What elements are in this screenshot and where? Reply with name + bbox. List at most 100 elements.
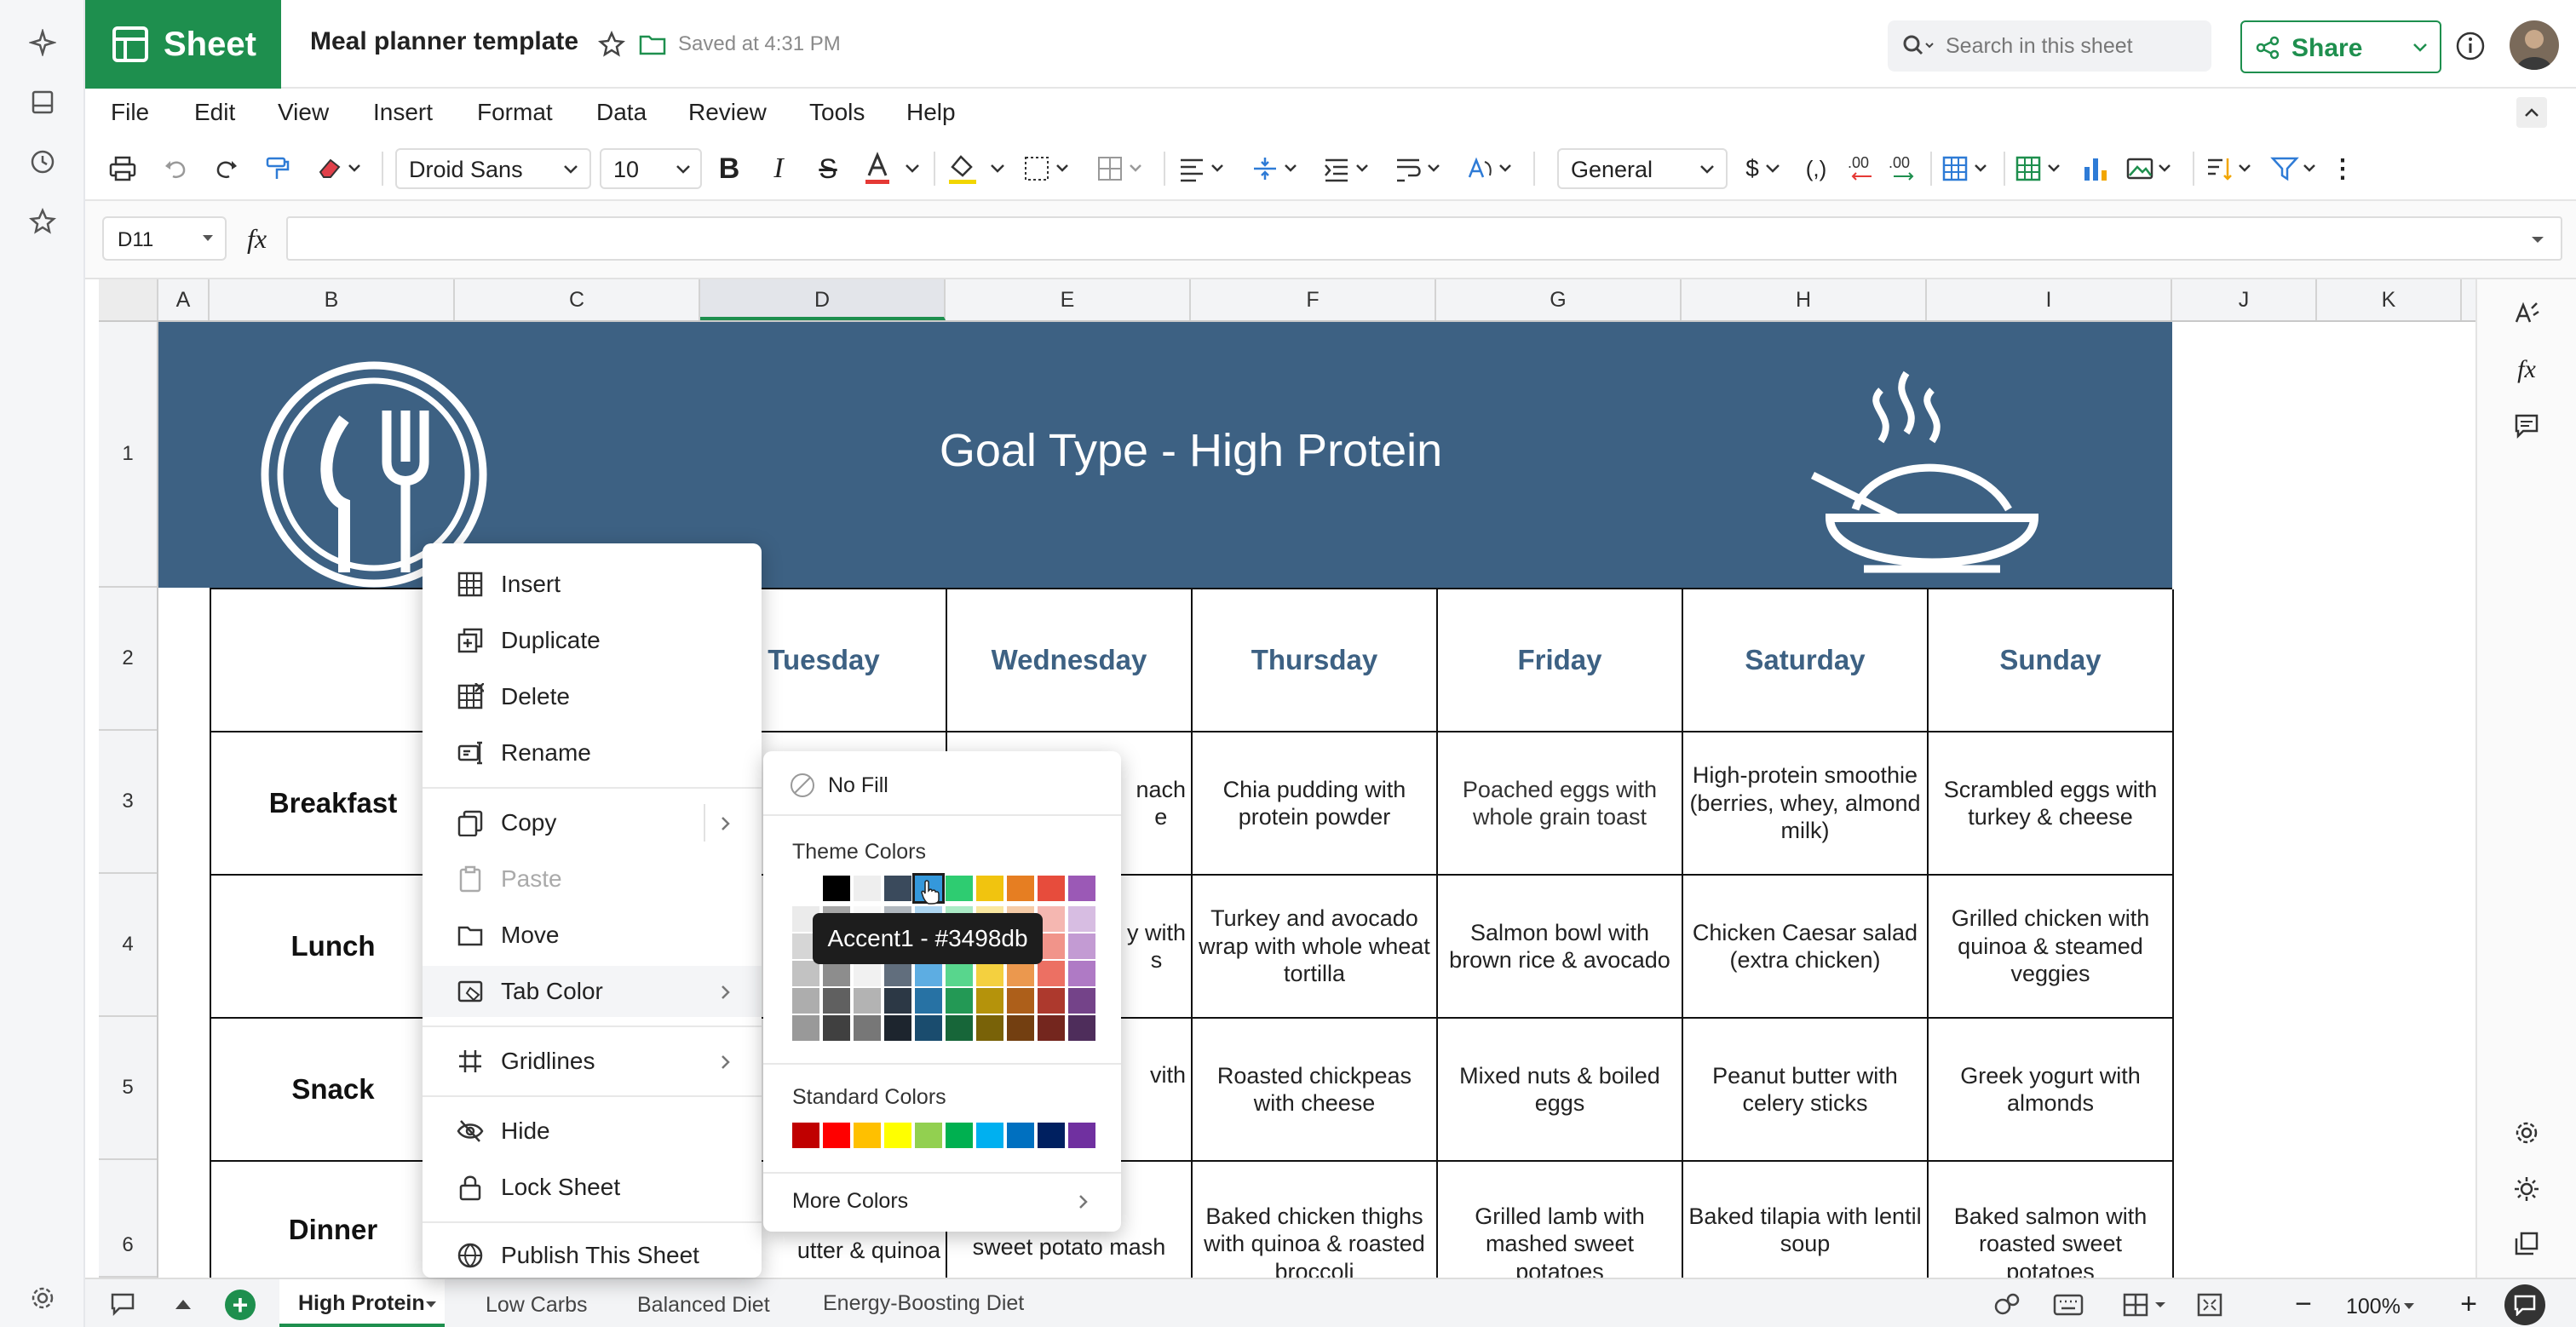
meal-cell-sunday-snack[interactable]: Greek yogurt with almonds [1929, 1019, 2174, 1162]
theme-color-swatch[interactable] [884, 876, 911, 901]
vertical-align-icon[interactable] [1251, 153, 1302, 184]
chat-icon[interactable] [107, 1290, 138, 1318]
number-format-select[interactable]: General [1557, 148, 1728, 189]
increase-decimal-icon[interactable]: .00 [1886, 152, 1920, 186]
zoom-level[interactable]: 100% [2334, 1286, 2418, 1322]
standard-color-swatch[interactable] [792, 1123, 819, 1148]
meal-cell-friday-lunch[interactable]: Salmon bowl with brown rice & avocado [1438, 876, 1683, 1019]
theme-color-swatch[interactable] [1068, 961, 1095, 986]
row-header-2[interactable]: 2 [99, 588, 157, 731]
row-header-5[interactable]: 5 [99, 1017, 157, 1160]
standard-color-swatch[interactable] [823, 1123, 850, 1148]
meal-cell-saturday-dinner[interactable]: Baked tilapia with lentil soup [1683, 1162, 1929, 1281]
standard-color-swatch[interactable] [1038, 1123, 1065, 1148]
theme-color-swatch[interactable] [976, 988, 1003, 1014]
theme-color-swatch[interactable] [946, 1015, 973, 1041]
column-header-b[interactable]: B [210, 279, 455, 320]
status-sync-icon[interactable] [1990, 1290, 2024, 1320]
menu-item-duplicate[interactable]: Duplicate [423, 615, 762, 666]
menu-review[interactable]: Review [688, 99, 767, 126]
clear-format-eraser-icon[interactable] [313, 153, 365, 184]
menu-view[interactable]: View [278, 99, 329, 126]
theme-color-swatch[interactable] [946, 988, 973, 1014]
text-color-icon[interactable] [860, 150, 894, 187]
theme-color-swatch[interactable] [1007, 876, 1034, 901]
day-header-wednesday[interactable]: Wednesday [947, 589, 1193, 732]
theme-color-swatch[interactable] [1068, 876, 1095, 901]
theme-color-swatch[interactable] [823, 1015, 850, 1041]
meal-cell-thursday-breakfast[interactable]: Chia pudding with protein powder [1193, 732, 1438, 876]
print-icon[interactable] [107, 153, 138, 184]
menu-tools[interactable]: Tools [809, 99, 865, 126]
theme-color-swatch[interactable] [884, 988, 911, 1014]
meal-cell-sunday-breakfast[interactable]: Scrambled eggs with turkey & cheese [1929, 732, 2174, 876]
column-header-h[interactable]: H [1682, 279, 1927, 320]
menu-item-hide[interactable]: Hide [423, 1106, 762, 1157]
menu-item-delete[interactable]: Delete [423, 671, 762, 722]
row-header-3[interactable]: 3 [99, 731, 157, 874]
theme-color-swatch[interactable] [854, 988, 881, 1014]
column-header-c[interactable]: C [455, 279, 700, 320]
theme-color-swatch[interactable] [976, 961, 1003, 986]
theme-color-swatch[interactable] [976, 1015, 1003, 1041]
column-header-g[interactable]: G [1436, 279, 1682, 320]
menu-item-gridlines[interactable]: Gridlines [423, 1036, 762, 1087]
help-chat-bubble-icon[interactable] [2504, 1284, 2545, 1325]
menu-format[interactable]: Format [477, 99, 553, 126]
standard-color-swatch[interactable] [915, 1123, 942, 1148]
standard-color-swatch[interactable] [1068, 1123, 1095, 1148]
document-title[interactable]: Meal planner template [310, 27, 578, 56]
meal-cell-thursday-dinner[interactable]: Baked chicken thighs with quinoa & roast… [1193, 1162, 1438, 1281]
sheet-tab-high-protein[interactable]: High Protein [279, 1279, 445, 1327]
theme-color-swatch[interactable] [1068, 933, 1095, 959]
collapse-chevron-up-icon[interactable] [2516, 97, 2547, 128]
column-header-k[interactable]: K [2317, 279, 2462, 320]
menu-file[interactable]: File [111, 99, 149, 126]
theme-color-swatch[interactable] [976, 876, 1003, 901]
decrease-decimal-icon[interactable]: .00 [1845, 152, 1879, 186]
insert-image-icon[interactable] [2125, 153, 2176, 184]
menu-insert[interactable]: Insert [373, 99, 433, 126]
row-header-4[interactable]: 4 [99, 874, 157, 1017]
filter-icon[interactable] [2269, 153, 2320, 184]
font-size-select[interactable]: 10 [600, 148, 702, 189]
theme-color-swatch[interactable] [1007, 961, 1034, 986]
share-button[interactable]: Share [2240, 20, 2441, 73]
meal-cell-friday-breakfast[interactable]: Poached eggs with whole grain toast [1438, 732, 1683, 876]
meal-cell-saturday-snack[interactable]: Peanut butter with celery sticks [1683, 1019, 1929, 1162]
column-header-e[interactable]: E [946, 279, 1191, 320]
meal-cell-friday-snack[interactable]: Mixed nuts & boiled eggs [1438, 1019, 1683, 1162]
sheet-tab-energy-boosting-diet[interactable]: Energy-Boosting Diet [823, 1291, 1024, 1316]
theme-color-swatch[interactable] [884, 961, 911, 986]
help-chat-icon[interactable] [2510, 1242, 2544, 1276]
user-avatar[interactable] [2510, 20, 2559, 70]
fit-screen-icon[interactable] [2193, 1290, 2227, 1320]
settings-gear-icon[interactable] [26, 1281, 60, 1315]
day-header-thursday[interactable]: Thursday [1193, 589, 1438, 732]
row-header-1[interactable]: 1 [99, 322, 157, 588]
theme-color-swatch[interactable] [823, 876, 850, 901]
meal-label-breakfast[interactable]: Breakfast [211, 732, 457, 876]
meal-cell-thursday-lunch[interactable]: Turkey and avocado wrap with whole wheat… [1193, 876, 1438, 1019]
theme-color-swatch[interactable] [854, 1015, 881, 1041]
insert-table-icon[interactable] [2014, 153, 2065, 184]
zoom-out-minus-icon[interactable]: − [2290, 1288, 2317, 1320]
menu-item-move[interactable]: Move [423, 910, 762, 961]
theme-color-swatch[interactable] [915, 988, 942, 1014]
zoom-in-plus-icon[interactable]: + [2455, 1288, 2482, 1320]
theme-color-swatch[interactable] [1038, 988, 1065, 1014]
menu-help[interactable]: Help [906, 99, 956, 126]
meal-label-snack[interactable]: Snack [211, 1019, 457, 1162]
more-options-icon[interactable]: ⋮ [2330, 153, 2355, 184]
cell-reference-box[interactable]: D11 [102, 216, 227, 261]
theme-color-swatch[interactable] [1038, 876, 1065, 901]
menu-item-rename[interactable]: Rename [423, 727, 762, 778]
function-fx-icon[interactable]: fx [247, 223, 267, 255]
view-layout-icon[interactable] [2121, 1290, 2172, 1320]
cell-b2[interactable] [211, 589, 457, 732]
theme-color-swatch[interactable] [792, 876, 819, 901]
menu-item-tab-color[interactable]: Tab Color [423, 966, 762, 1017]
theme-color-swatch[interactable] [854, 876, 881, 901]
menu-item-publish-this-sheet[interactable]: Publish This Sheet [423, 1230, 762, 1281]
history-icon[interactable] [26, 145, 60, 179]
